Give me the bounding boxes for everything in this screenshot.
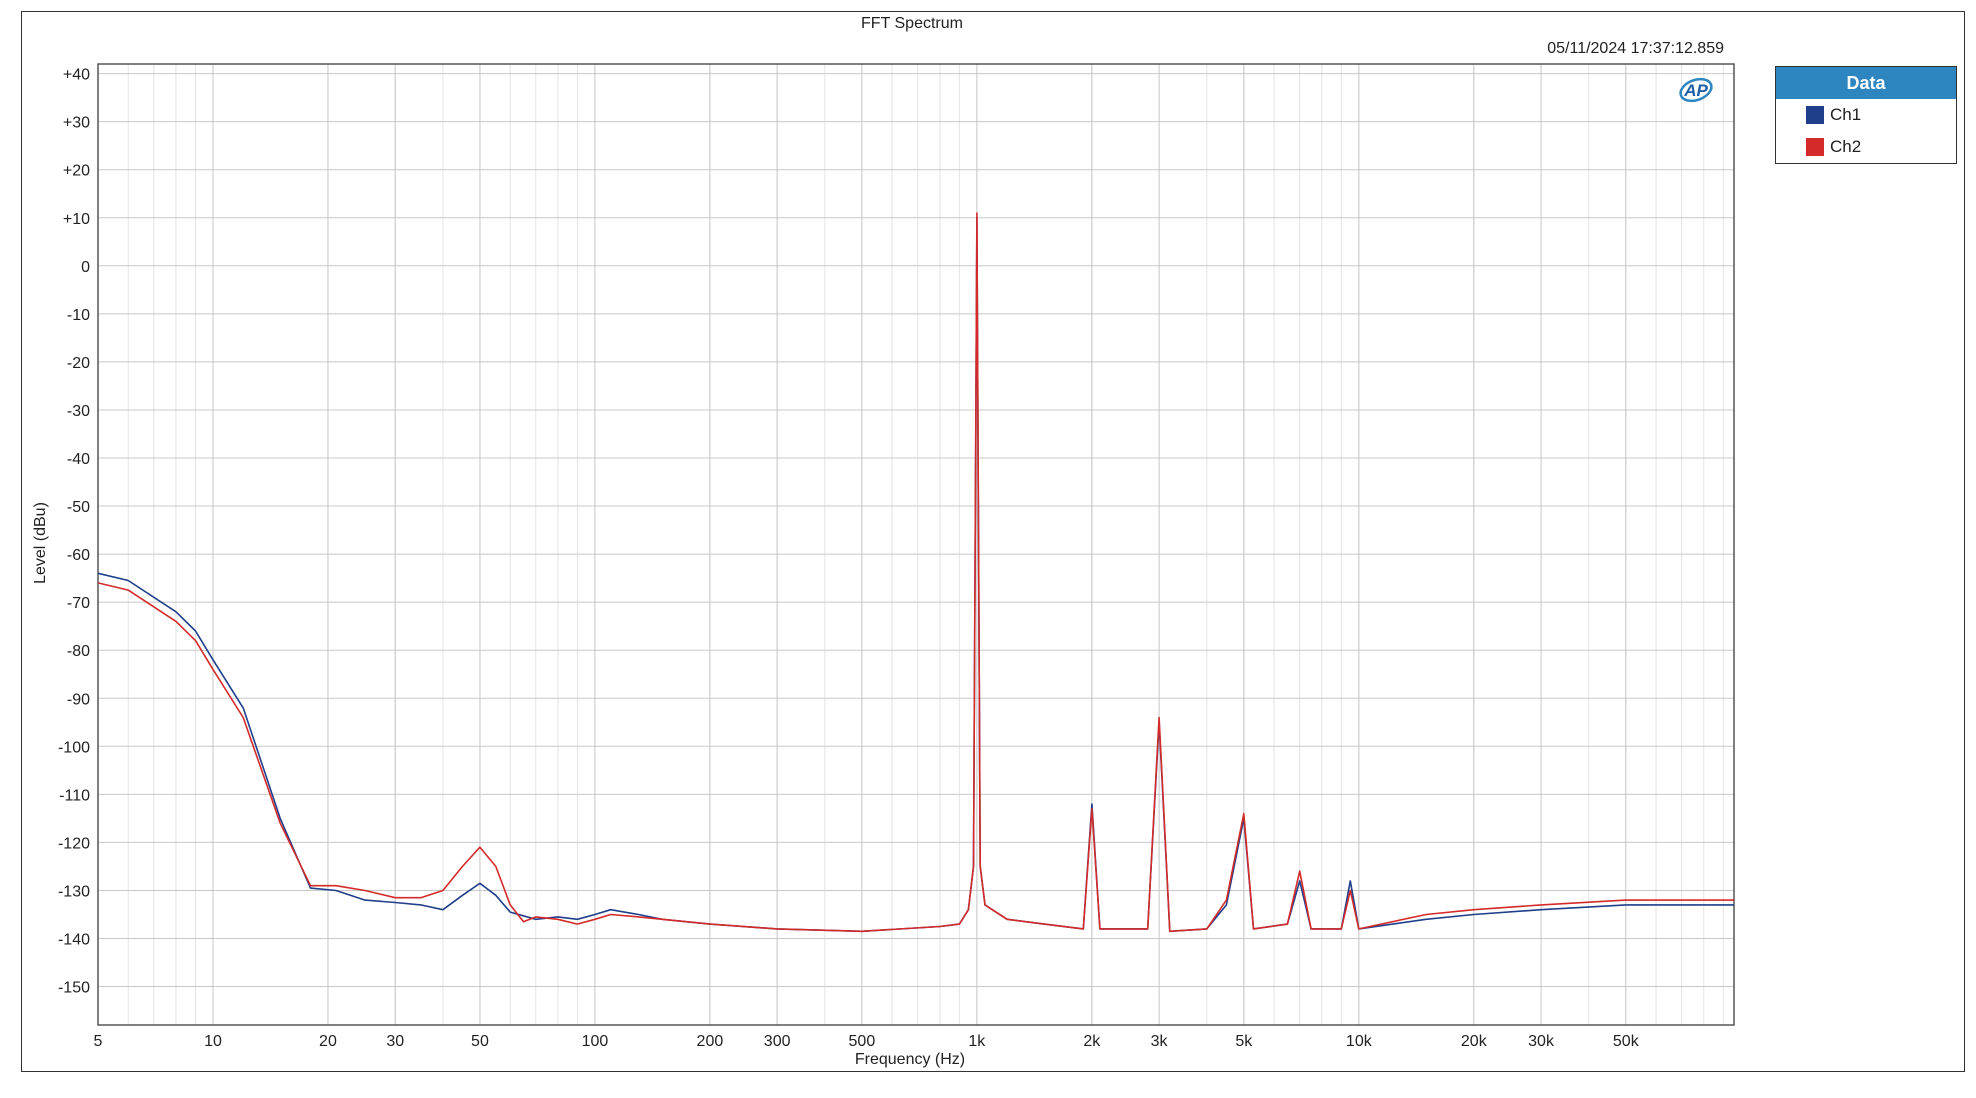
series-layer [97, 212, 1734, 933]
legend-swatch-ch2 [1806, 138, 1824, 156]
legend-label-ch1: Ch1 [1830, 105, 1862, 124]
fft-spectrum-chart: FFT Spectrum 05/11/2024 17:37:12.859 +40… [32, 15, 1735, 1068]
x-tick-label: 10k [1346, 1033, 1373, 1050]
series-line-ch2 [97, 212, 1734, 933]
y-tick-label: +10 [63, 211, 90, 228]
timestamp: 05/11/2024 17:37:12.859 [1547, 40, 1724, 57]
x-tick-label: 1k [968, 1033, 986, 1050]
x-tick-label: 300 [764, 1033, 791, 1050]
legend-swatch-ch1 [1806, 106, 1824, 124]
y-tick-label: -50 [67, 499, 90, 516]
y-tick-label: +30 [63, 115, 90, 132]
x-axis-label: Frequency (Hz) [855, 1051, 965, 1068]
y-tick-label: -110 [59, 787, 90, 804]
x-tick-label: 100 [582, 1033, 609, 1050]
x-tick-label: 50 [471, 1033, 489, 1050]
y-tick-label: -60 [67, 547, 90, 564]
y-tick-label: -70 [67, 595, 90, 612]
y-tick-label: -140 [58, 932, 90, 949]
y-tick-label: -120 [58, 835, 90, 852]
x-tick-label: 50k [1613, 1033, 1640, 1050]
ap-logo-text: AP [1683, 81, 1708, 100]
x-tick-label: 500 [849, 1033, 876, 1050]
x-tick-label: 3k [1151, 1033, 1169, 1050]
y-tick-label: -80 [67, 643, 90, 660]
y-tick-label: -20 [67, 355, 90, 372]
x-tick-label: 2k [1083, 1033, 1101, 1050]
x-tick-label: 200 [697, 1033, 724, 1050]
legend-item-ch2[interactable]: Ch2 [1776, 131, 1956, 163]
y-tick-label: -90 [67, 691, 90, 708]
x-tick-label: 20k [1461, 1033, 1488, 1050]
major-grid [97, 64, 1734, 1025]
x-axis-tick-labels: 5 10 20 30 50 100 200 300 500 1k 2k 3k 5k 10k 20k 30k 50… [94, 1033, 1640, 1050]
x-tick-label: 30 [386, 1033, 404, 1050]
y-tick-label: -40 [67, 451, 90, 468]
y-tick-label: -150 [58, 980, 90, 997]
x-tick-label: 10 [204, 1033, 222, 1050]
x-tick-label: 5 [94, 1033, 103, 1050]
chart-title: FFT Spectrum [861, 15, 963, 32]
x-tick-label: 5k [1235, 1033, 1253, 1050]
y-tick-label: 0 [81, 259, 90, 276]
y-tick-label: -30 [67, 403, 90, 420]
x-tick-label: 20 [319, 1033, 337, 1050]
ap-logo: AP [1679, 77, 1713, 103]
y-axis-label: Level (dBu) [32, 502, 49, 584]
legend-label-ch2: Ch2 [1830, 137, 1862, 156]
y-tick-label: -10 [67, 307, 90, 324]
x-tick-label: 30k [1528, 1033, 1555, 1050]
legend-item-ch1[interactable]: Ch1 [1776, 99, 1956, 131]
y-axis-tick-labels: +40 +30 +20 +10 0 -10 -20 -30 -40 -50 -60 -70 -80 -90… [58, 67, 90, 997]
legend-title: Data [1776, 67, 1956, 99]
y-tick-label: -130 [58, 883, 90, 900]
plot-area [97, 63, 1735, 1026]
minor-grid [97, 64, 1724, 1025]
series-line-ch1 [97, 217, 1734, 933]
y-tick-label: -100 [58, 739, 90, 756]
y-tick-label: +40 [63, 67, 90, 84]
legend: Data Ch1 Ch2 [1775, 66, 1957, 164]
y-tick-label: +20 [63, 163, 90, 180]
